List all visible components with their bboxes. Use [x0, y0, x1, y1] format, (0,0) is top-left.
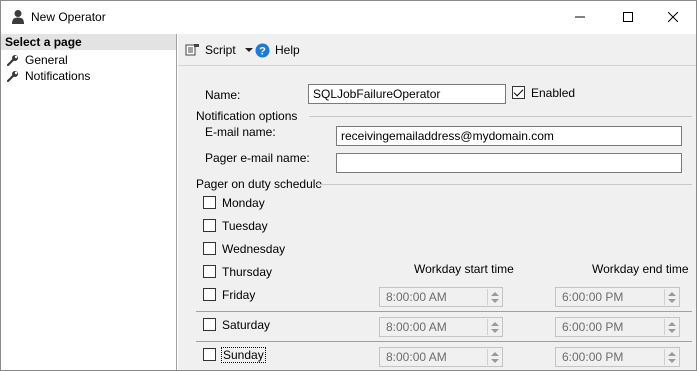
friday-end-time[interactable]: 6:00:00 PM	[555, 287, 680, 307]
page-item-label: Notifications	[25, 69, 91, 83]
toolbar: Script ? Help	[178, 34, 696, 66]
window-title: New Operator	[31, 10, 106, 24]
page-item-notifications[interactable]: Notifications	[7, 68, 90, 84]
pager-email-input[interactable]	[336, 153, 682, 173]
wednesday-checkbox[interactable]	[203, 242, 216, 255]
sunday-end-time[interactable]: 6:00:00 PM	[555, 347, 680, 367]
help-button[interactable]: ? Help	[255, 42, 300, 58]
wrench-icon	[7, 71, 18, 82]
script-label: Script	[205, 43, 236, 57]
monday-label: Monday	[222, 196, 265, 210]
spin-arrows[interactable]	[664, 319, 678, 335]
friday-checkbox[interactable]	[203, 288, 216, 301]
sunday-label: Sunday	[221, 347, 266, 363]
friday-start-value: 8:00:00 AM	[386, 290, 447, 304]
sunday-end-value: 6:00:00 PM	[562, 350, 624, 364]
minimize-button[interactable]	[557, 1, 603, 33]
enabled-checkbox[interactable]	[512, 86, 525, 99]
sunday-start-time[interactable]: 8:00:00 AM	[379, 347, 503, 367]
pager-schedule-label: Pager on duty schedule	[196, 177, 323, 191]
new-operator-window: New Operator Select a page General Notif…	[0, 0, 697, 371]
wrench-icon	[7, 55, 18, 66]
workday-start-header: Workday start time	[414, 262, 514, 276]
svg-text:?: ?	[259, 45, 266, 57]
thursday-checkbox[interactable]	[203, 265, 216, 278]
operator-user-icon	[11, 9, 25, 25]
friday-end-value: 6:00:00 PM	[562, 290, 624, 304]
spin-arrows[interactable]	[487, 289, 501, 305]
monday-checkbox[interactable]	[203, 196, 216, 209]
page-item-label: General	[25, 53, 68, 67]
dropdown-arrow-icon[interactable]	[244, 47, 254, 53]
maximize-button[interactable]	[605, 1, 651, 33]
spin-arrows[interactable]	[487, 319, 501, 335]
spin-arrows[interactable]	[664, 289, 678, 305]
email-name-input[interactable]: receivingemailaddress@mydomain.com	[336, 126, 682, 146]
friday-label: Friday	[222, 288, 256, 302]
general-page-content: Script ? Help Name: SQLJobFailureOperato…	[178, 34, 696, 370]
script-icon	[185, 44, 199, 56]
maximize-icon	[623, 12, 633, 22]
workday-end-header: Workday end time	[592, 262, 689, 276]
help-icon: ?	[255, 43, 270, 57]
sunday-checkbox[interactable]	[203, 348, 216, 361]
row-divider	[196, 341, 692, 342]
name-label: Name:	[205, 88, 241, 102]
title-bar[interactable]: New Operator	[1, 1, 696, 33]
spin-arrows[interactable]	[664, 349, 678, 365]
notification-options-label: Notification options	[196, 109, 298, 123]
help-label: Help	[275, 43, 300, 57]
email-label: E-mail name:	[205, 125, 276, 139]
page-item-general[interactable]: General	[7, 52, 68, 68]
tuesday-label: Tuesday	[222, 219, 268, 233]
saturday-end-value: 6:00:00 PM	[562, 320, 624, 334]
spin-arrows[interactable]	[487, 349, 501, 365]
script-button[interactable]: Script	[185, 42, 254, 58]
page-selector-panel: Select a page General Notifications	[1, 34, 177, 370]
friday-start-time[interactable]: 8:00:00 AM	[379, 287, 503, 307]
saturday-start-time[interactable]: 8:00:00 AM	[379, 317, 503, 337]
pager-email-label: Pager e-mail name:	[205, 151, 310, 165]
select-page-header: Select a page	[1, 34, 176, 50]
saturday-checkbox[interactable]	[203, 318, 216, 331]
name-input[interactable]: SQLJobFailureOperator	[308, 84, 506, 104]
enabled-label: Enabled	[531, 86, 576, 100]
minimize-icon	[575, 16, 585, 18]
thursday-label: Thursday	[222, 265, 273, 279]
group-divider	[309, 116, 692, 117]
row-divider	[196, 311, 692, 312]
close-button[interactable]	[650, 1, 696, 33]
saturday-label: Saturday	[222, 318, 271, 332]
tuesday-checkbox[interactable]	[203, 219, 216, 232]
close-icon	[668, 12, 678, 22]
group-divider	[315, 184, 692, 185]
saturday-end-time[interactable]: 6:00:00 PM	[555, 317, 680, 337]
wednesday-label: Wednesday	[222, 242, 286, 256]
sunday-start-value: 8:00:00 AM	[386, 350, 447, 364]
saturday-start-value: 8:00:00 AM	[386, 320, 447, 334]
